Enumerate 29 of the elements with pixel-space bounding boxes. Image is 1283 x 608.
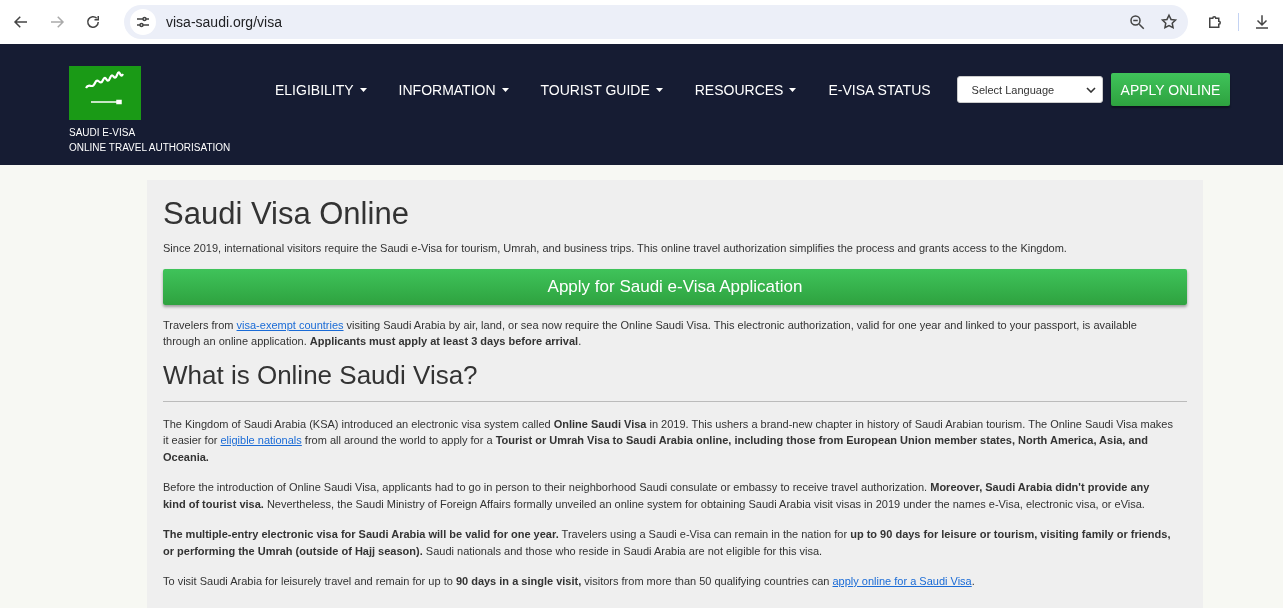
url-text: visa-saudi.org/visa	[166, 14, 283, 30]
page-title: Saudi Visa Online	[163, 196, 410, 232]
zoom-out-icon[interactable]	[1128, 13, 1146, 31]
paragraph: Before the introduction of Online Saudi Visa, applicants had to go in person to their neighborhood Saudi consulate or embassy to receive travel authorization. Moreover, Saudi Arabia didn't provide any kind of tourist visa. Nevertheless, the Saudi Ministry of Foreign Affairs formally unveiled an online system for obtaining Saudi Arabia visit visas in 2019 under the names e-Visa, electronic visa, or eVisa.	[163, 480, 1151, 512]
download-icon[interactable]	[1253, 13, 1271, 31]
back-icon[interactable]	[12, 13, 30, 31]
language-select[interactable]: Select Language	[956, 76, 1103, 103]
nav-menu-item[interactable]: TOURIST GUIDE	[540, 76, 663, 104]
brand-text: ONLINE TRAVEL AUTHORISATION	[69, 141, 232, 155]
reload-icon[interactable]	[84, 13, 102, 31]
notice-paragraph: Travelers from visa-exempt countries visiting Saudi Arabia by air, land, or sea now require the Online Saudi Visa. This electronic authorization, valid for one year and linked to your passport, is available through an online application. Applicants must apply at least 3 days before arrival.	[163, 317, 1138, 349]
address-bar[interactable]: visa-saudi.org/visa	[124, 5, 1188, 39]
brand-text: SAUDI E-VISA	[69, 126, 137, 140]
link[interactable]: apply online for a Saudi Visa	[832, 575, 972, 587]
star-icon[interactable]	[1160, 13, 1178, 31]
nav-menu-item[interactable]: E-VISA STATUS	[828, 76, 931, 104]
paragraph: The multiple-entry electronic visa for Saudi Arabia will be valid for one year. Travelers using a Saudi e-Visa can remain in the nation for up to 90 days for leisure or tourism, visiting family or friends, or performing the Umrah (outside of Hajj season). Saudi nationals and those who reside in Saudi Arabia are not eligible for this visa.	[163, 527, 1172, 559]
paragraph: The Kingdom of Saudi Arabia (KSA) introduced an electronic visa system called Online Saudi Visa in 2019. This ushers a brand-new chapter in history of Saudi Arabian tourism. The Online Saudi Visa makes it easier for eligible nationals from all around the world to apply for a Tourist or Umrah Visa to Saudi Arabia online, including those from European Union member states, North America, Asia, and Oceania.	[163, 416, 1174, 465]
flag-icon	[69, 66, 141, 120]
link[interactable]: visa-exempt countries	[236, 318, 344, 331]
paragraph: To visit Saudi Arabia for leisurely travel and remain for up to 90 days in a single visit, visitors from more than 50 qualifying countries can apply online for a Saudi Visa.	[163, 574, 976, 589]
extensions-icon[interactable]	[1206, 13, 1224, 31]
chevron-down-icon	[1085, 86, 1096, 93]
section-heading: What is Online Saudi Visa?	[163, 359, 479, 391]
nav-menu-item[interactable]: INFORMATION	[398, 76, 509, 104]
nav-menu-item[interactable]: ELIGIBILITY	[275, 76, 367, 104]
intro-text: Since 2019, international visitors require the Saudi e-Visa for tourism, Umrah, and business trips. This online travel authorization simplifies the process and grants access to the Kingdom.	[163, 241, 1068, 256]
link[interactable]: eligible nationals	[220, 434, 302, 446]
nav-menu-item[interactable]: RESOURCES	[694, 76, 797, 104]
